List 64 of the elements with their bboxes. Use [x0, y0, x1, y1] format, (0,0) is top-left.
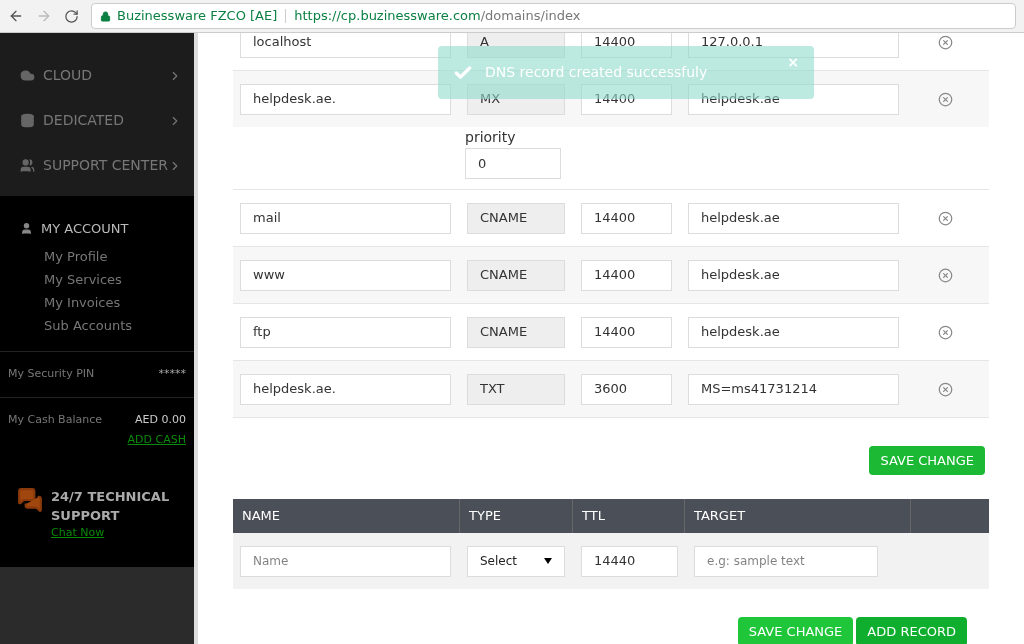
record-ttl-field[interactable]: 14400 [581, 33, 672, 58]
record-ttl-field[interactable]: 14400 [581, 316, 672, 348]
record-name-field[interactable]: localhost [240, 33, 451, 58]
record-type-field[interactable]: CNAME [467, 316, 565, 348]
ttl-input[interactable]: 14440 [581, 545, 678, 577]
record-target-field[interactable]: helpdesk.ae [688, 316, 899, 348]
remove-icon[interactable] [938, 210, 953, 226]
url-path: /domains/index [480, 7, 581, 26]
address-bar[interactable]: Buzinessware FZCO [AE] https://cp.buzinessware.com/domains/index [91, 3, 1016, 29]
lock-icon [100, 10, 111, 22]
remove-icon[interactable] [938, 91, 953, 107]
site-name: Buzinessware FZCO [AE] [117, 7, 278, 26]
cloud-icon [20, 68, 35, 83]
remove-icon[interactable] [938, 324, 953, 340]
dropdown-arrow-icon [544, 558, 552, 564]
record-target-field[interactable]: helpdesk.ae [688, 259, 899, 291]
cash-balance-label: My Cash Balance [8, 411, 102, 428]
record-name-field[interactable]: mail [240, 202, 451, 234]
record-type-field[interactable]: A [467, 33, 565, 58]
target-input[interactable]: e.g: sample text [694, 545, 878, 577]
account-link[interactable]: My Profile [44, 244, 194, 268]
record-target-field[interactable]: MS=ms41731214 [688, 373, 899, 405]
name-input[interactable]: Name [240, 545, 451, 577]
toast-message: DNS record created successfuly [485, 63, 709, 82]
account-link[interactable]: My Services [44, 267, 194, 291]
chat-bubbles-icon [17, 486, 43, 513]
record-target-field[interactable]: helpdesk.ae [688, 83, 899, 115]
record-name-field[interactable]: www [240, 259, 451, 291]
record-target-field[interactable]: 127.0.0.1 [688, 33, 899, 58]
cash-balance-value: AED 0.00 [135, 411, 186, 428]
record-name-field[interactable]: ftp [240, 316, 451, 348]
url-host: https://cp.buzinessware.com [294, 7, 481, 26]
record-target-field[interactable]: helpdesk.ae [688, 202, 899, 234]
reload-icon[interactable] [64, 8, 79, 24]
sidebar-menu-item[interactable]: SUPPORT CENTER [0, 143, 194, 188]
account-link[interactable]: My Invoices [44, 290, 194, 314]
record-type-field[interactable]: TXT [467, 373, 565, 405]
type-select[interactable]: Select [467, 545, 565, 577]
record-ttl-field[interactable]: 14400 [581, 202, 672, 234]
record-ttl-field[interactable]: 3600 [581, 373, 672, 405]
record-type-field[interactable]: CNAME [467, 259, 565, 291]
priority-label: priority [465, 128, 517, 147]
record-ttl-field[interactable]: 14400 [581, 259, 672, 291]
database-icon [20, 113, 35, 128]
account-link[interactable]: Sub Accounts [44, 313, 194, 337]
account-title: MY ACCOUNT [41, 220, 129, 238]
priority-field[interactable]: 0 [465, 148, 561, 179]
record-type-field[interactable]: CNAME [467, 202, 565, 234]
back-icon[interactable] [8, 8, 24, 24]
users-icon [20, 158, 35, 173]
record-name-field[interactable]: helpdesk.ae. [240, 373, 451, 405]
remove-icon[interactable] [938, 34, 953, 50]
user-icon [20, 222, 33, 236]
remove-icon[interactable] [938, 267, 953, 283]
sidebar-menu-item[interactable]: DEDICATED [0, 98, 194, 143]
remove-icon[interactable] [938, 381, 953, 397]
support-title: 24/7 TECHNICAL SUPPORT [51, 487, 171, 525]
record-ttl-field[interactable]: 14400 [581, 83, 672, 115]
security-pin-value: ***** [158, 365, 186, 382]
sidebar-menu-item[interactable]: CLOUD [0, 53, 194, 98]
chat-now-link[interactable]: Chat Now [51, 524, 181, 541]
record-name-field[interactable]: helpdesk.ae. [240, 83, 451, 115]
add-cash-link[interactable]: ADD CASH [127, 432, 186, 449]
security-pin-label: My Security PIN [8, 365, 95, 382]
